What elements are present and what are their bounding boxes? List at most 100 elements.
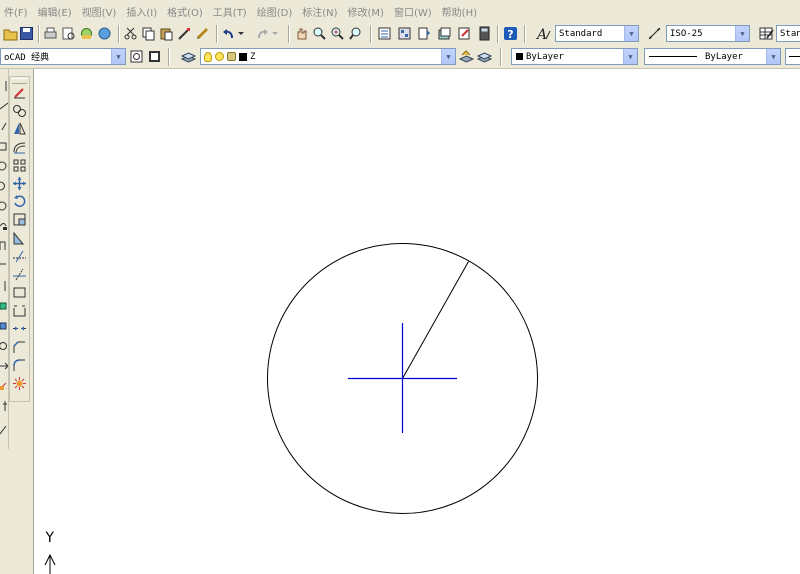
drawn-radius-line[interactable]: [402, 261, 469, 379]
polyline-icon[interactable]: [0, 121, 8, 131]
save-button[interactable]: [18, 25, 35, 42]
table-style-icon[interactable]: [758, 25, 775, 42]
break-button[interactable]: [11, 303, 28, 320]
paste-button[interactable]: [158, 25, 175, 42]
point-icon[interactable]: [0, 341, 8, 351]
menu-dimension[interactable]: 标注(N): [298, 4, 343, 19]
hatch-icon[interactable]: [0, 361, 8, 371]
text-style-select[interactable]: Standard ▼: [555, 25, 639, 42]
menu-insert[interactable]: 插入(I): [122, 4, 163, 19]
lineweight-sample: [789, 56, 800, 57]
rectangle-icon[interactable]: [0, 161, 8, 171]
make-object-layer-current-button[interactable]: [458, 48, 475, 65]
scale-button[interactable]: [11, 212, 28, 229]
join-button[interactable]: [11, 321, 28, 338]
drawing-canvas[interactable]: Y: [34, 69, 800, 574]
arc-icon[interactable]: [0, 181, 8, 191]
zoom-realtime-button[interactable]: [311, 25, 328, 42]
ellipse-icon[interactable]: [0, 261, 8, 271]
publish-button[interactable]: [78, 25, 95, 42]
tool-palettes-button[interactable]: [416, 25, 433, 42]
dim-style-value: ISO-25: [670, 28, 703, 39]
menu-draw[interactable]: 绘图(D): [253, 4, 299, 19]
help-button[interactable]: ?: [502, 25, 519, 42]
chamfer-button[interactable]: [11, 340, 28, 357]
ellipse-arc-icon[interactable]: [0, 281, 8, 291]
redo-button[interactable]: [254, 25, 280, 42]
3d-dwf-button[interactable]: [96, 25, 113, 42]
gradient-icon[interactable]: [0, 381, 8, 391]
text-style-value: Standard: [559, 28, 603, 39]
layer-previous-button[interactable]: [476, 48, 493, 65]
menu-modify[interactable]: 修改(M): [344, 4, 390, 19]
trim-button[interactable]: [11, 249, 28, 266]
layer-properties-manager-button[interactable]: [180, 48, 197, 65]
menu-view[interactable]: 视图(V): [78, 4, 123, 19]
offset-button[interactable]: [11, 140, 28, 157]
lightbulb-icon: [204, 51, 212, 62]
lineweight-select[interactable]: [785, 48, 800, 65]
layer-select[interactable]: Z ▼: [200, 48, 456, 65]
menu-edit[interactable]: 编辑(E): [34, 4, 78, 19]
move-button[interactable]: [11, 176, 28, 193]
workspace-select[interactable]: oCAD 经典 ▼: [0, 48, 126, 65]
mtext-icon[interactable]: [0, 425, 8, 435]
menu-format[interactable]: 格式(O): [163, 4, 209, 19]
dim-style-icon[interactable]: [646, 25, 663, 42]
polygon-icon[interactable]: [0, 141, 8, 151]
copy-object-button[interactable]: [11, 103, 28, 120]
color-swatch: [516, 53, 523, 60]
undo-button[interactable]: [220, 25, 246, 42]
text-style-icon[interactable]: A: [535, 25, 552, 42]
menu-help[interactable]: 帮助(H): [438, 4, 483, 19]
linetype-select[interactable]: ByLayer ▼: [644, 48, 781, 65]
circle-icon[interactable]: [0, 201, 8, 211]
spline-icon[interactable]: [0, 241, 8, 251]
menu-window[interactable]: 窗口(W): [390, 4, 438, 19]
dim-style-select[interactable]: ISO-25 ▼: [666, 25, 750, 42]
array-button[interactable]: [11, 158, 28, 175]
markup-set-button[interactable]: [456, 25, 473, 42]
zoom-window-button[interactable]: [329, 25, 346, 42]
color-select[interactable]: ByLayer ▼: [511, 48, 638, 65]
svg-text:A: A: [536, 27, 547, 41]
cut-button[interactable]: [122, 25, 139, 42]
chevron-down-icon: ▼: [623, 49, 637, 64]
workspace-settings-button[interactable]: [128, 48, 145, 65]
toolbar-grip[interactable]: [12, 78, 27, 84]
quickcalc-button[interactable]: [476, 25, 493, 42]
region-icon[interactable]: [0, 401, 8, 411]
plot-preview-button[interactable]: [60, 25, 77, 42]
design-center-button[interactable]: [396, 25, 413, 42]
make-block-icon[interactable]: [0, 321, 8, 331]
block-editor-button[interactable]: [194, 25, 211, 42]
menu-tools[interactable]: 工具(T): [209, 4, 253, 19]
construction-line-icon[interactable]: [0, 101, 8, 111]
table-style-select[interactable]: Stan: [776, 25, 800, 42]
revcloud-icon[interactable]: [0, 221, 8, 231]
insert-block-icon[interactable]: [0, 301, 8, 311]
properties-button[interactable]: [376, 25, 393, 42]
open-button[interactable]: [2, 25, 19, 42]
color-value: ByLayer: [526, 51, 564, 62]
layer-value: Z: [250, 51, 256, 62]
copy-button[interactable]: [140, 25, 157, 42]
sheet-set-button[interactable]: [436, 25, 453, 42]
menu-file[interactable]: 件(F): [0, 4, 34, 19]
erase-button[interactable]: [11, 85, 28, 102]
mirror-button[interactable]: [11, 121, 28, 138]
extend-button[interactable]: [11, 267, 28, 284]
rotate-button[interactable]: [11, 194, 28, 211]
break-at-point-button[interactable]: [11, 285, 28, 302]
zoom-previous-button[interactable]: [347, 25, 364, 42]
explode-button[interactable]: [11, 376, 28, 393]
plot-button[interactable]: [42, 25, 59, 42]
table-style-value: Stan: [780, 28, 800, 39]
workspace-save-button[interactable]: [146, 48, 163, 65]
match-properties-button[interactable]: [176, 25, 193, 42]
layer-color-swatch: [239, 52, 247, 61]
stretch-button[interactable]: [11, 231, 28, 248]
fillet-button[interactable]: [11, 358, 28, 375]
pan-realtime-button[interactable]: [293, 25, 310, 42]
line-icon[interactable]: [0, 81, 8, 91]
